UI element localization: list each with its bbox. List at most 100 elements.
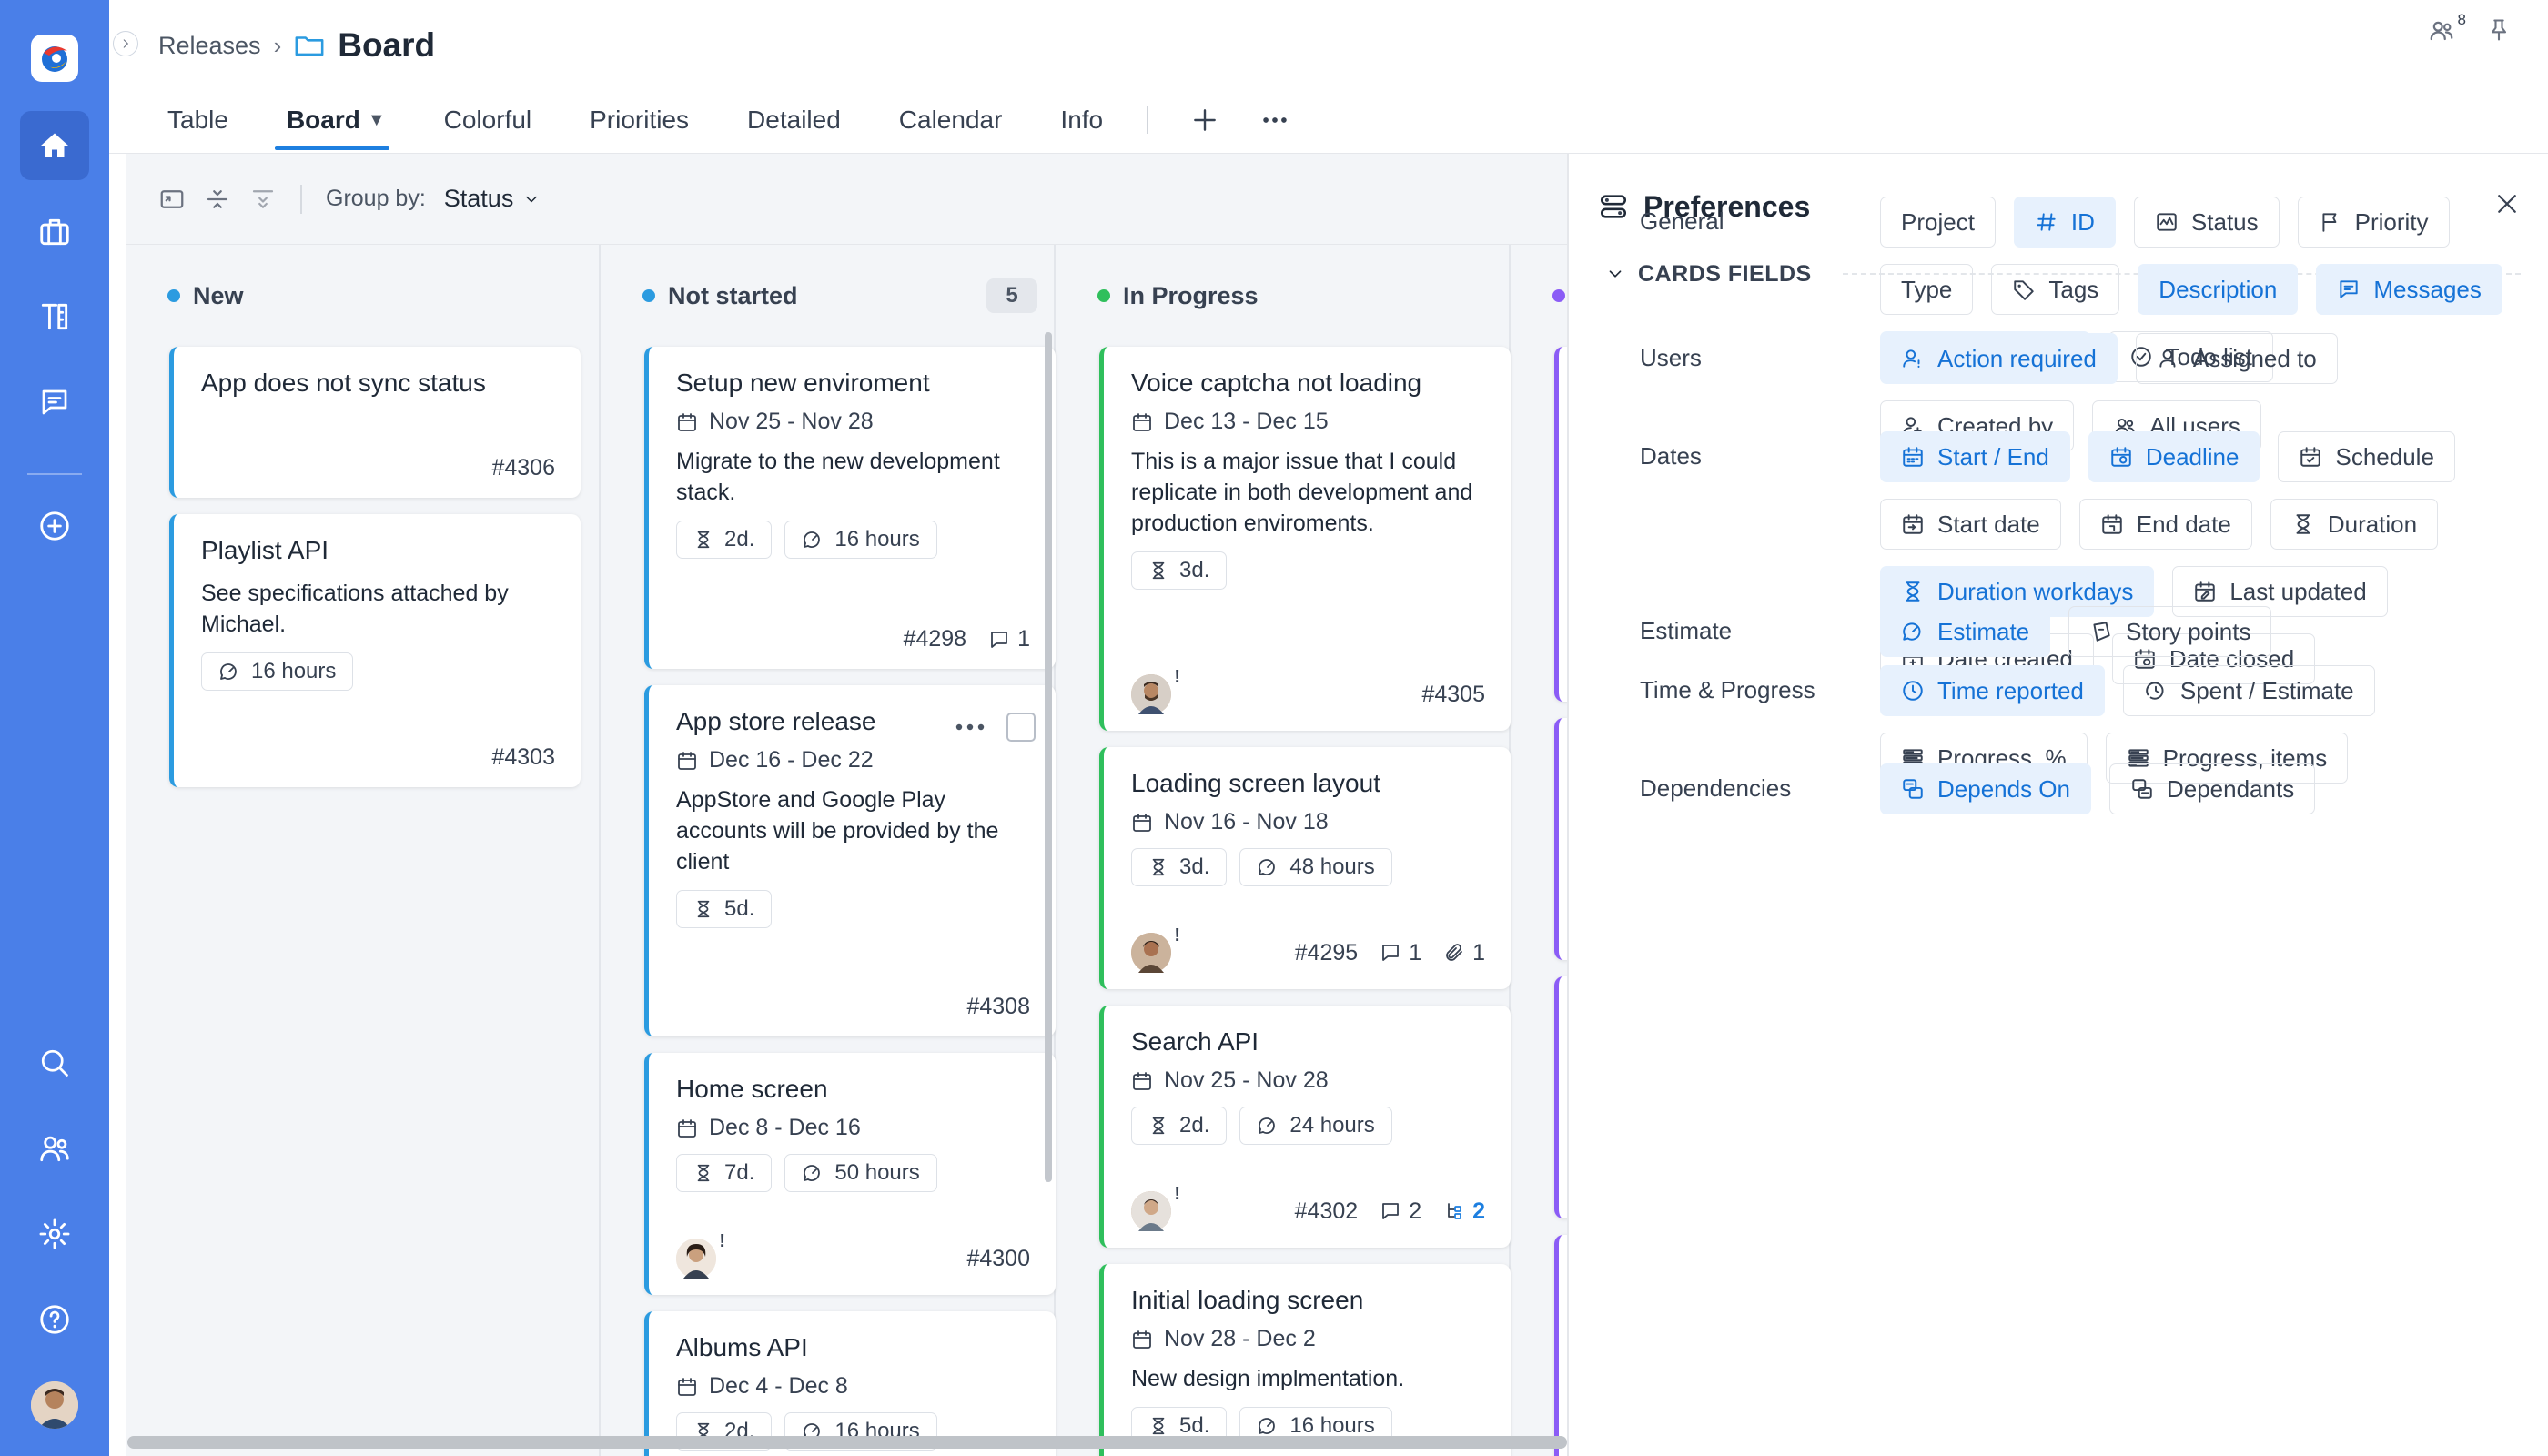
breadcrumb-releases[interactable]: Releases (158, 32, 261, 60)
collapse-columns-button[interactable] (204, 186, 231, 213)
field-toggle-action-required[interactable]: Action required (1880, 333, 2118, 384)
assignee-avatar[interactable]: ! (1131, 925, 1180, 973)
assignee-avatar[interactable]: ! (1131, 1184, 1180, 1231)
card-dates: Dec 13 - Dec 15 (1131, 409, 1485, 435)
online-users-button[interactable]: 8 (2428, 11, 2466, 44)
task-card[interactable]: Home screen Dec 8 - Dec 16 7d. 50 hours (644, 1053, 1056, 1295)
field-toggle-priority[interactable]: Priority (2297, 197, 2450, 248)
task-card[interactable] (1554, 347, 1567, 702)
field-toggle-type[interactable]: Type (1880, 264, 1974, 315)
task-card[interactable] (1554, 718, 1567, 960)
estimate-icon (1259, 1418, 1276, 1434)
board-horizontal-scrollbar[interactable] (127, 1436, 1567, 1449)
sidebar-add-button[interactable] (20, 491, 89, 561)
tab-colorful[interactable]: Colorful (422, 87, 553, 153)
field-toggle-description[interactable]: Description (2138, 264, 2299, 315)
users-icon (40, 1136, 69, 1162)
task-card[interactable]: Setup new enviroment Nov 25 - Nov 28 Mig… (644, 347, 1056, 669)
field-label: Deadline (2145, 442, 2240, 470)
field-toggle-assigned-to[interactable]: Assigned to (2135, 333, 2338, 384)
sidebar-projects-button[interactable] (20, 197, 89, 267)
group-by-select[interactable]: Status (444, 185, 541, 213)
card-select-checkbox[interactable] (1006, 713, 1036, 742)
field-toggle-end-date[interactable]: End date (2078, 499, 2252, 550)
expand-columns-button[interactable] (249, 186, 277, 213)
field-toggle-time-reported[interactable]: Time reported (1880, 665, 2105, 716)
card-dates: Dec 4 - Dec 8 (676, 1373, 1030, 1400)
task-card[interactable]: Search API Nov 25 - Nov 28 2d. 24 hours (1099, 1006, 1511, 1248)
sidebar-people-button[interactable] (20, 1114, 89, 1183)
tab-detailed[interactable]: Detailed (725, 87, 863, 153)
assignee-avatar[interactable]: ! (1131, 667, 1180, 714)
field-toggle-schedule[interactable]: Schedule (2278, 431, 2455, 482)
field-toggle-deadline[interactable]: Deadline (2088, 431, 2260, 482)
more-views-button[interactable] (1239, 105, 1310, 136)
column-header[interactable]: Not started 5 (601, 245, 1054, 347)
tab-board[interactable]: Board ▼ (265, 87, 408, 153)
chevron-down-icon (526, 196, 538, 202)
task-card[interactable]: App does not sync status #4306 (169, 347, 581, 498)
users-icon (2430, 21, 2453, 41)
task-card[interactable] (1554, 976, 1567, 1218)
card-id: #4305 (1421, 681, 1485, 707)
sidebar-messages-button[interactable] (20, 368, 89, 437)
field-toggle-messages[interactable]: Messages (2316, 264, 2502, 315)
field-toggle-depends-on[interactable]: Depends On (1880, 763, 2091, 814)
field-label: Tags (2048, 275, 2099, 303)
add-view-button[interactable] (1170, 106, 1239, 135)
field-toggle-project[interactable]: Project (1880, 197, 1996, 248)
task-card[interactable]: Playlist API See specifications attached… (169, 514, 581, 787)
estimate-icon (220, 663, 237, 680)
field-toggle-tags[interactable]: Tags (1991, 264, 2120, 315)
calendar-icon (678, 751, 696, 770)
card-description: AppStore and Google Play accounts will b… (676, 787, 999, 875)
pin-button[interactable] (2486, 17, 2512, 43)
sidebar-search-button[interactable] (20, 1028, 89, 1097)
tab-table[interactable]: Table (146, 87, 250, 153)
task-card[interactable] (1554, 1235, 1567, 1456)
duration-value: 5d. (724, 896, 755, 921)
sidebar-settings-button[interactable] (20, 1199, 89, 1269)
date-range: Nov 25 - Nov 28 (709, 409, 874, 434)
breadcrumb: Releases › Board (158, 25, 435, 66)
more-horizontal-icon[interactable] (954, 722, 986, 733)
card-title: Setup new enviroment (676, 369, 930, 397)
task-card[interactable]: Loading screen layout Nov 16 - Nov 18 3d… (1099, 747, 1511, 989)
sidebar-collapse-button[interactable] (113, 31, 138, 56)
user-avatar[interactable] (31, 1381, 78, 1429)
app-logo[interactable] (31, 35, 78, 82)
field-toggle-start-date[interactable]: Start date (1880, 499, 2061, 550)
column-title: New (193, 281, 244, 309)
estimate-value: 24 hours (1289, 1113, 1375, 1138)
tab-priorities[interactable]: Priorities (568, 87, 711, 153)
task-card[interactable]: Voice captcha not loading Dec 13 - Dec 1… (1099, 347, 1511, 731)
task-card[interactable]: Albums API Dec 4 - Dec 8 2d. 16 hours (644, 1311, 1056, 1456)
date-range: Nov 28 - Dec 2 (1164, 1326, 1316, 1351)
field-toggle-duration[interactable]: Duration (2270, 499, 2439, 550)
subtasks-count[interactable]: 2 (1443, 1198, 1485, 1225)
field-toggle-estimate[interactable]: Estimate (1880, 606, 2051, 657)
column-header[interactable]: A (1511, 245, 1567, 347)
sidebar-home-button[interactable] (20, 111, 89, 180)
task-card[interactable]: Initial loading screen Nov 28 - Dec 2 Ne… (1099, 1264, 1511, 1456)
tab-calendar[interactable]: Calendar (877, 87, 1025, 153)
tab-info[interactable]: Info (1038, 87, 1125, 153)
sidebar-tools-button[interactable] (20, 282, 89, 351)
comments-count: 1 (988, 626, 1030, 652)
field-toggle-spent-estimate[interactable]: Spent / Estimate (2122, 665, 2375, 716)
assignee-avatar[interactable]: ! (676, 1231, 725, 1279)
caret-down-icon[interactable]: ▼ (368, 110, 386, 131)
comments-count: 1 (1380, 940, 1421, 966)
column-header[interactable]: In Progress (1056, 245, 1509, 347)
task-card[interactable]: App store release Dec 16 - Dec 22 AppSto… (644, 685, 1056, 1036)
column-scrollbar[interactable] (1045, 332, 1052, 1182)
field-toggle-dependants[interactable]: Dependants (2108, 763, 2316, 814)
field-toggle-status[interactable]: Status (2133, 197, 2280, 248)
field-toggle-id[interactable]: ID (2013, 197, 2116, 248)
field-toggle-story-points[interactable]: Story points (2068, 606, 2272, 657)
column-header[interactable]: New (126, 245, 599, 347)
field-toggle-start-end[interactable]: Start / End (1880, 431, 2070, 482)
expand-view-button[interactable] (158, 186, 186, 213)
estimate-value: 48 hours (1289, 854, 1375, 879)
sidebar-help-button[interactable] (20, 1285, 89, 1354)
